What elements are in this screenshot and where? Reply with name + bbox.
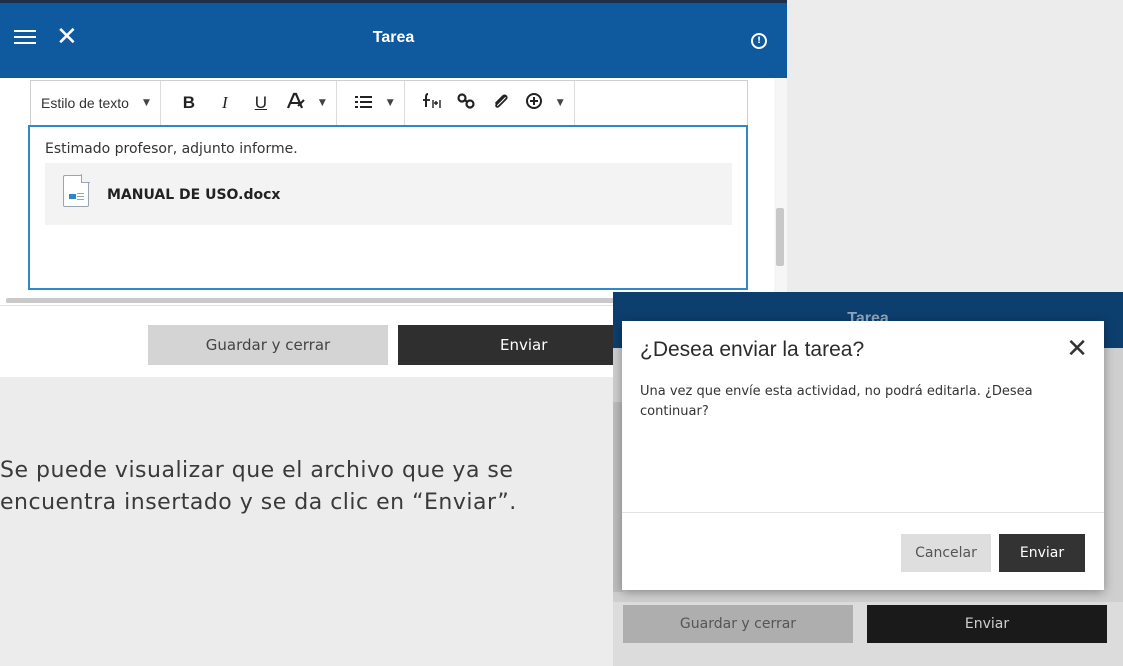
bold-button[interactable]: B (171, 93, 207, 113)
underline-button[interactable]: U (243, 93, 279, 113)
editor-toolbar: Estilo de texto ▼ B I U ▼ ▼ ▼ (30, 80, 748, 126)
chevron-down-icon[interactable]: ▼ (319, 98, 326, 108)
attachment-item[interactable]: MANUAL DE USO.docx (45, 163, 732, 225)
chevron-down-icon: ▼ (142, 98, 150, 108)
chevron-down-icon[interactable]: ▼ (557, 98, 564, 108)
close-icon[interactable]: ✕ (1066, 333, 1088, 365)
list-group: ▼ (337, 81, 405, 125)
italic-button[interactable]: I (207, 93, 243, 113)
add-circle-icon[interactable] (517, 92, 551, 114)
send-button-dimmed: Enviar (867, 605, 1107, 643)
text-style-group[interactable]: Estilo de texto ▼ (31, 81, 161, 125)
insert-group: ▼ (405, 81, 575, 125)
text-style-dropdown[interactable]: Estilo de texto (41, 95, 137, 111)
dialog-divider (622, 512, 1104, 513)
dialog-title: ¿Desea enviar la tarea? (640, 338, 865, 361)
document-icon (63, 174, 90, 207)
save-close-button[interactable]: Guardar y cerrar (148, 325, 388, 365)
text-color-icon[interactable] (279, 92, 313, 114)
confirm-window: Tarea Guardar y cerrar Enviar ¿Desea env… (613, 292, 1123, 666)
dialog-message: Una vez que envíe esta actividad, no pod… (640, 384, 1033, 419)
attachment-name[interactable]: MANUAL DE USO.docx (107, 187, 280, 203)
message-text: Estimado profesor, adjunto informe. (45, 141, 298, 157)
list-icon[interactable] (347, 94, 381, 113)
vertical-scrollbar[interactable] (774, 78, 787, 298)
instruction-caption: Se puede visualizar que el archivo que y… (0, 458, 517, 515)
link-icon[interactable] (449, 92, 483, 114)
cancel-button[interactable]: Cancelar (901, 534, 991, 572)
chevron-down-icon[interactable]: ▼ (387, 98, 394, 108)
confirm-send-button[interactable]: Enviar (999, 534, 1085, 572)
format-group: B I U ▼ (161, 81, 337, 125)
save-close-button-dimmed: Guardar y cerrar (623, 605, 853, 643)
info-icon[interactable]: ! (751, 33, 767, 49)
formula-icon[interactable] (415, 92, 449, 114)
scrollbar-thumb[interactable] (776, 208, 784, 266)
confirm-dialog: ¿Desea enviar la tarea? ✕ Una vez que en… (622, 321, 1104, 590)
paperclip-icon[interactable] (483, 92, 517, 114)
page-title: Tarea (372, 29, 415, 46)
message-editor[interactable]: Estimado profesor, adjunto informe. MANU… (28, 125, 748, 290)
top-bar: ✕ Tarea ! (0, 0, 787, 78)
